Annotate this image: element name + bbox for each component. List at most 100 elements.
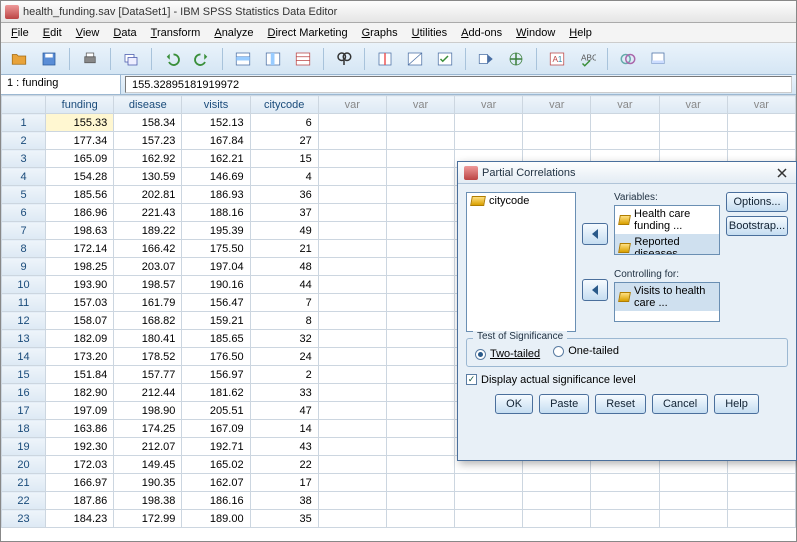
row-number[interactable]: 17 — [2, 402, 46, 420]
list-item[interactable]: Health care funding ... — [615, 206, 719, 234]
cell[interactable]: 178.52 — [114, 348, 182, 366]
cell[interactable] — [318, 150, 386, 168]
row-number[interactable]: 3 — [2, 150, 46, 168]
ok-button[interactable]: OK — [495, 394, 533, 414]
list-item[interactable]: Visits to health care ... — [615, 283, 719, 311]
cell[interactable]: 212.44 — [114, 384, 182, 402]
cell[interactable]: 188.16 — [182, 204, 250, 222]
cell[interactable]: 163.86 — [46, 420, 114, 438]
cell[interactable]: 37 — [250, 204, 318, 222]
cell[interactable] — [386, 312, 454, 330]
cell[interactable] — [727, 474, 795, 492]
cell[interactable]: 157.77 — [114, 366, 182, 384]
cell[interactable] — [386, 420, 454, 438]
save-button[interactable] — [37, 47, 61, 71]
cell[interactable]: 38 — [250, 492, 318, 510]
variables-button[interactable] — [291, 47, 315, 71]
cell[interactable] — [318, 420, 386, 438]
cell[interactable]: 4 — [250, 168, 318, 186]
column-header[interactable]: var — [523, 96, 591, 114]
row-number[interactable]: 18 — [2, 420, 46, 438]
cell[interactable]: 130.59 — [114, 168, 182, 186]
table-row[interactable]: 22187.86198.38186.1638 — [2, 492, 796, 510]
cell[interactable]: 197.04 — [182, 258, 250, 276]
menu-file[interactable]: File — [5, 25, 35, 41]
row-number[interactable]: 12 — [2, 312, 46, 330]
cell[interactable]: 24 — [250, 348, 318, 366]
row-number[interactable]: 5 — [2, 186, 46, 204]
row-number[interactable]: 16 — [2, 384, 46, 402]
cell[interactable]: 161.79 — [114, 294, 182, 312]
cell[interactable]: 176.50 — [182, 348, 250, 366]
cell[interactable]: 172.99 — [114, 510, 182, 528]
column-header[interactable]: funding — [46, 96, 114, 114]
cell[interactable]: 172.14 — [46, 240, 114, 258]
cell[interactable] — [318, 402, 386, 420]
column-header[interactable]: var — [591, 96, 659, 114]
cell[interactable]: 167.09 — [182, 420, 250, 438]
cell[interactable]: 166.42 — [114, 240, 182, 258]
cell[interactable]: 21 — [250, 240, 318, 258]
cell[interactable]: 189.22 — [114, 222, 182, 240]
cell[interactable]: 185.56 — [46, 186, 114, 204]
cell[interactable] — [318, 132, 386, 150]
cancel-button[interactable]: Cancel — [652, 394, 708, 414]
cell[interactable] — [659, 492, 727, 510]
cell[interactable]: 47 — [250, 402, 318, 420]
cell[interactable] — [455, 114, 523, 132]
cell[interactable] — [386, 150, 454, 168]
cell[interactable]: 165.02 — [182, 456, 250, 474]
cell[interactable] — [386, 384, 454, 402]
move-to-controlling-button[interactable] — [582, 279, 608, 301]
customize-button[interactable] — [616, 47, 640, 71]
cell[interactable]: 177.34 — [46, 132, 114, 150]
paste-button[interactable]: Paste — [539, 394, 589, 414]
cell[interactable]: 36 — [250, 186, 318, 204]
cell[interactable]: 158.07 — [46, 312, 114, 330]
cell[interactable] — [659, 474, 727, 492]
one-tailed-radio[interactable]: One-tailed — [553, 345, 619, 357]
menu-data[interactable]: Data — [107, 25, 142, 41]
cell[interactable]: 43 — [250, 438, 318, 456]
cell[interactable] — [386, 510, 454, 528]
cell[interactable] — [591, 492, 659, 510]
cell[interactable] — [591, 114, 659, 132]
cell[interactable]: 17 — [250, 474, 318, 492]
cell[interactable]: 182.09 — [46, 330, 114, 348]
cell[interactable]: 33 — [250, 384, 318, 402]
redo-button[interactable] — [190, 47, 214, 71]
cell[interactable]: 198.25 — [46, 258, 114, 276]
cell[interactable]: 168.82 — [114, 312, 182, 330]
cell[interactable]: 157.23 — [114, 132, 182, 150]
cell[interactable]: 187.86 — [46, 492, 114, 510]
cell[interactable] — [523, 132, 591, 150]
cell[interactable]: 166.97 — [46, 474, 114, 492]
cell[interactable]: 162.92 — [114, 150, 182, 168]
cell[interactable]: 197.09 — [46, 402, 114, 420]
column-header[interactable]: var — [727, 96, 795, 114]
cell[interactable] — [523, 492, 591, 510]
goto-variable-button[interactable] — [261, 47, 285, 71]
cell[interactable]: 198.90 — [114, 402, 182, 420]
cell[interactable]: 15 — [250, 150, 318, 168]
cell[interactable]: 156.47 — [182, 294, 250, 312]
cell[interactable] — [318, 258, 386, 276]
cell[interactable]: 203.07 — [114, 258, 182, 276]
column-header[interactable]: var — [659, 96, 727, 114]
cell[interactable]: 192.30 — [46, 438, 114, 456]
cell[interactable]: 35 — [250, 510, 318, 528]
cell[interactable] — [455, 132, 523, 150]
cell-value-input[interactable]: 155.32895181919972 — [125, 76, 792, 93]
cell[interactable]: 195.39 — [182, 222, 250, 240]
table-row[interactable]: 2177.34157.23167.8427 — [2, 132, 796, 150]
cell[interactable]: 185.65 — [182, 330, 250, 348]
reset-button[interactable]: Reset — [595, 394, 646, 414]
row-number[interactable]: 10 — [2, 276, 46, 294]
cell[interactable]: 205.51 — [182, 402, 250, 420]
menu-edit[interactable]: Edit — [37, 25, 68, 41]
cell[interactable]: 202.81 — [114, 186, 182, 204]
cell[interactable] — [318, 366, 386, 384]
cell[interactable]: 186.16 — [182, 492, 250, 510]
column-header[interactable]: var — [318, 96, 386, 114]
cell[interactable] — [386, 438, 454, 456]
